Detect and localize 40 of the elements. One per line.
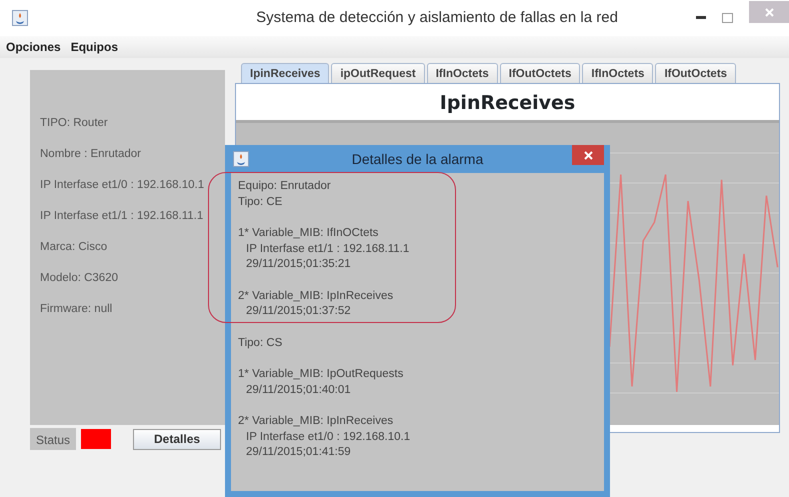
tab[interactable]: ipOutRequest	[331, 63, 425, 83]
dialog-title: Detalles de la alarma	[352, 150, 484, 168]
tab[interactable]: IfInOctets	[582, 63, 654, 83]
tab[interactable]: IfOutOctets	[500, 63, 580, 83]
app-icon	[12, 10, 28, 26]
detail-text: 2* Variable_MIB: IpInReceives	[238, 288, 394, 304]
menu-item[interactable]: Opciones	[6, 38, 61, 56]
detail-text: 29/11/2015;01:40:01	[245, 382, 351, 398]
detail-text: IP Interfase et1/0 : 192.168.10.1	[245, 430, 410, 444]
close-icon	[584, 150, 592, 160]
detail-text: Equipo: Enrutador	[238, 179, 331, 194]
app-icon	[233, 151, 249, 167]
detail-text: Tipo: CE	[238, 194, 282, 210]
detail-text: 2* Variable_MIB: IpInReceives	[238, 414, 394, 429]
detail-text: Tipo: CS	[238, 336, 282, 350]
info-text: IP Interfase et1/1 : 192.168.11.1	[40, 209, 204, 224]
detail-text: 1* Variable_MIB: IfInOCtets	[238, 226, 378, 241]
detail-text: 29/11/2015;01:37:52	[245, 304, 351, 319]
info-text: Firmware: null	[40, 302, 114, 317]
window-title: Systema de detección y aislamiento de fallas en la red	[255, 8, 618, 28]
menu-item[interactable]: Equipos	[70, 38, 118, 56]
info-text: Marca: Cisco	[40, 240, 108, 255]
close-button[interactable]	[572, 145, 604, 165]
status-label: Status	[30, 428, 76, 450]
detail-text: 29/11/2015;01:41:59	[245, 445, 351, 460]
minimize-icon[interactable]	[696, 16, 706, 20]
maximize-icon[interactable]	[722, 13, 733, 23]
tab[interactable]: IfOutOctets	[655, 63, 736, 83]
info-text: IP Interfase et1/0 : 192.168.10.1	[40, 178, 206, 193]
details-button[interactable]: Detalles	[133, 428, 222, 450]
detail-text: 1* Variable_MIB: IpOutRequests	[238, 367, 404, 382]
info-text: Nombre : Enrutador	[40, 147, 142, 162]
chart-title: IpinReceives	[440, 92, 576, 114]
tab[interactable]: IfInOctets	[426, 63, 498, 83]
detail-text: 29/11/2015;01:35:21	[245, 257, 351, 272]
close-icon	[764, 8, 774, 16]
info-text: TIPO: Router	[40, 116, 109, 131]
info-text: Modelo: C3620	[40, 271, 119, 286]
detail-text: IP Interfase et1/1 : 192.168.11.1	[245, 242, 410, 256]
tab[interactable]: IpinReceives	[241, 63, 330, 83]
